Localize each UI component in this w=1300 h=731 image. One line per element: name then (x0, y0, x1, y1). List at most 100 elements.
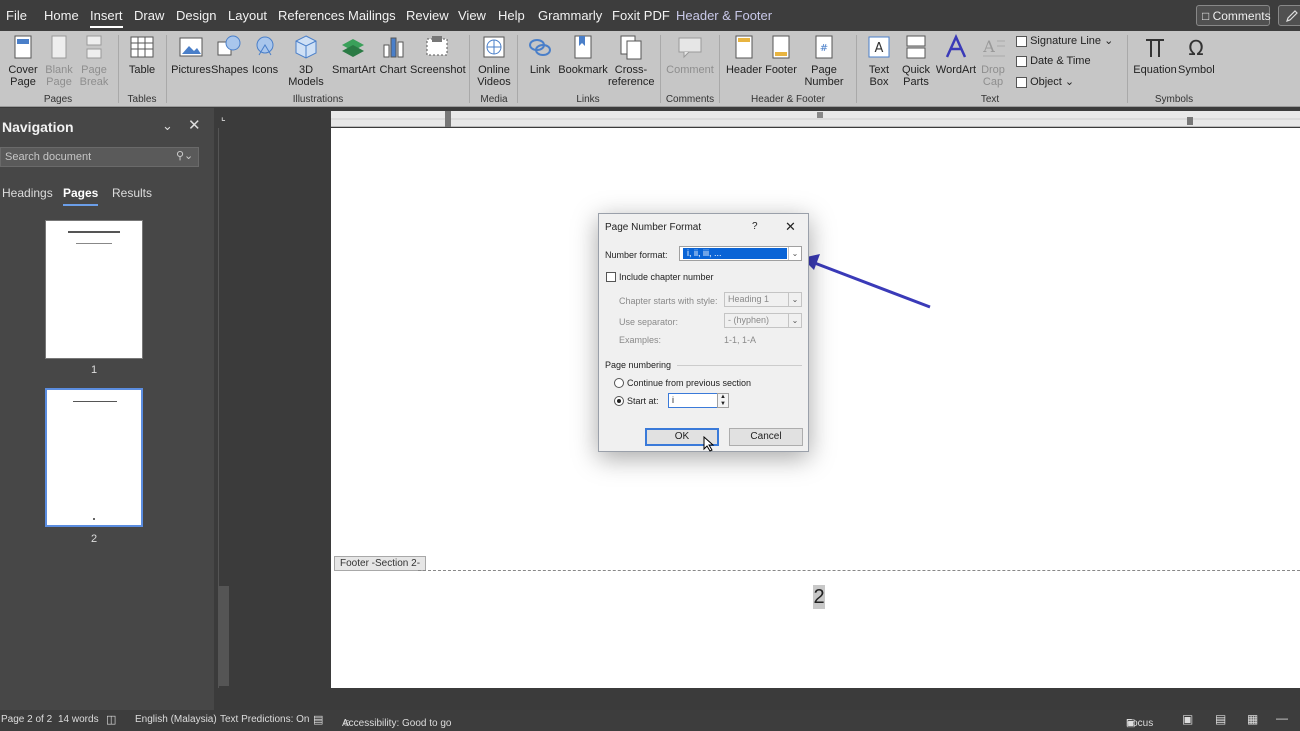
tab-help[interactable]: Help (498, 8, 525, 23)
signature-line-button[interactable]: Signature Line ⌄ (1016, 34, 1113, 47)
svg-text:A: A (875, 41, 884, 56)
number-format-dropdown[interactable]: i, ii, iii, ... ⌄ (679, 246, 802, 261)
drop-cap-icon: A (982, 37, 1005, 57)
page-number-button[interactable]: # Page Number (798, 33, 850, 88)
date-time-button[interactable]: Date & Time (1016, 55, 1091, 67)
page-thumbnail[interactable] (45, 220, 143, 359)
status-bar: Page 2 of 2 14 words ◫ English (Malaysia… (0, 710, 1300, 731)
header-label: Header (725, 64, 763, 76)
blank-page-button[interactable]: Blank Page (42, 33, 76, 88)
footer-label: Footer (765, 64, 797, 76)
tab-grammarly[interactable]: Grammarly (538, 8, 602, 23)
continue-radio[interactable] (614, 378, 624, 388)
search-icon[interactable]: ⚲⌄ (176, 149, 193, 162)
word-count[interactable]: 14 words (58, 714, 99, 725)
wordart-button[interactable]: WordArt (935, 33, 977, 76)
pictures-button[interactable]: Pictures (171, 33, 211, 76)
tab-header-footer[interactable]: Header & Footer (676, 8, 772, 23)
tab-results[interactable]: Results (112, 186, 152, 200)
footer-button[interactable]: Footer (762, 33, 800, 76)
right-indent-marker[interactable] (1187, 117, 1193, 125)
start-at-input[interactable]: i (668, 393, 718, 408)
chapter-style-dropdown[interactable]: Heading 1 ⌄ (724, 292, 802, 307)
first-line-indent-marker[interactable] (445, 111, 451, 119)
page-numbering-heading: Page numbering (605, 360, 672, 370)
tab-mailings[interactable]: Mailings (348, 8, 396, 23)
cover-page-button[interactable]: Cover Page (3, 33, 43, 88)
table-button[interactable]: Table (124, 33, 160, 76)
bookmark-button[interactable]: Bookmark (558, 33, 608, 76)
chevron-down-icon[interactable]: ⌄ (162, 118, 173, 134)
quick-parts-button[interactable]: Quick Parts (897, 33, 935, 88)
tab-references[interactable]: References (278, 8, 344, 23)
ribbon-separator (469, 35, 470, 103)
header-button[interactable]: Header (724, 33, 764, 76)
tab-foxit-pdf[interactable]: Foxit PDF (612, 8, 670, 23)
tab-view[interactable]: View (458, 8, 486, 23)
text-predictions[interactable]: Text Predictions: On (220, 714, 309, 725)
comment-button[interactable]: Comment (666, 33, 714, 76)
screenshot-button[interactable]: Screenshot (410, 33, 466, 76)
cross-reference-button[interactable]: Cross-reference (608, 33, 654, 88)
shapes-button[interactable]: Shapes (211, 33, 248, 76)
read-mode-icon[interactable]: ▣ (1182, 712, 1193, 726)
spinner-down-icon[interactable]: ▼ (718, 401, 728, 408)
zoom-out-icon[interactable]: — (1276, 711, 1288, 725)
print-layout-icon[interactable]: ▤ (1215, 712, 1226, 726)
navigation-title: Navigation (2, 119, 74, 135)
close-icon[interactable]: ✕ (785, 219, 796, 235)
text-box-button[interactable]: A Text Box (860, 33, 898, 88)
start-at-spinner[interactable]: ▲ ▼ (717, 393, 729, 408)
include-chapter-checkbox[interactable] (606, 272, 616, 282)
object-button[interactable]: Object ⌄ (1016, 75, 1074, 88)
drop-cap-button[interactable]: A Drop Cap (976, 33, 1010, 88)
cancel-button[interactable]: Cancel (729, 428, 803, 446)
link-button[interactable]: Link (522, 33, 558, 76)
pencil-icon (1286, 10, 1298, 22)
help-button[interactable]: ? (752, 221, 758, 232)
equation-button[interactable]: Equation (1132, 33, 1178, 76)
separator-dropdown[interactable]: - (hyphen) ⌄ (724, 313, 802, 328)
separator-value: - (hyphen) (728, 315, 770, 325)
ribbon-separator (660, 35, 661, 103)
tab-layout[interactable]: Layout (228, 8, 267, 23)
center-tab-marker[interactable] (817, 112, 823, 118)
page-number-icon: # (815, 35, 833, 59)
tab-headings[interactable]: Headings (2, 186, 53, 200)
calendar-icon (1016, 55, 1027, 67)
chart-button[interactable]: Chart (376, 33, 410, 76)
start-at-radio[interactable] (614, 396, 624, 406)
spinner-up-icon[interactable]: ▲ (718, 394, 728, 401)
symbol-button[interactable]: Ω Symbol (1178, 33, 1215, 76)
vertical-ruler (215, 108, 233, 690)
tab-insert[interactable]: Insert (90, 8, 123, 28)
group-label-illustrations: Illustrations (292, 94, 344, 105)
page-thumbnail[interactable] (45, 388, 143, 527)
tab-file[interactable]: File (6, 8, 27, 23)
tab-review[interactable]: Review (406, 8, 449, 23)
tab-draw[interactable]: Draw (134, 8, 164, 23)
tab-stop-icon[interactable]: ⌞ (221, 112, 226, 123)
3d-models-button[interactable]: 3D Models (282, 33, 330, 88)
tab-home[interactable]: Home (44, 8, 79, 23)
search-input[interactable]: Search document (0, 147, 199, 167)
ribbon: Cover Page Blank Page Page Break Pages T… (0, 31, 1300, 107)
online-videos-button[interactable]: Online Videos (474, 33, 514, 88)
comments-button[interactable]: □ Comments (1196, 5, 1271, 26)
page-break-button[interactable]: Page Break (77, 33, 111, 88)
proofing-icon[interactable]: ◫ (106, 713, 116, 726)
page-count[interactable]: Page 2 of 2 (1, 714, 52, 725)
language-indicator[interactable]: English (Malaysia) (135, 714, 217, 725)
thumbnail-number: 1 (91, 364, 98, 376)
editing-button[interactable] (1278, 5, 1300, 26)
tab-pages[interactable]: Pages (63, 186, 99, 206)
icons-button[interactable]: Icons (248, 33, 282, 76)
smartart-button[interactable]: SmartArt (332, 33, 375, 76)
close-icon[interactable]: ✕ (188, 116, 201, 134)
footer-page-number[interactable]: 2 (813, 585, 825, 609)
web-layout-icon[interactable]: ▦ (1247, 712, 1258, 726)
left-indent-marker[interactable] (445, 119, 451, 127)
footer-section-label: Footer -Section 2- (334, 556, 427, 571)
tab-design[interactable]: Design (176, 8, 216, 23)
macro-icon[interactable]: ▤ (313, 713, 323, 726)
